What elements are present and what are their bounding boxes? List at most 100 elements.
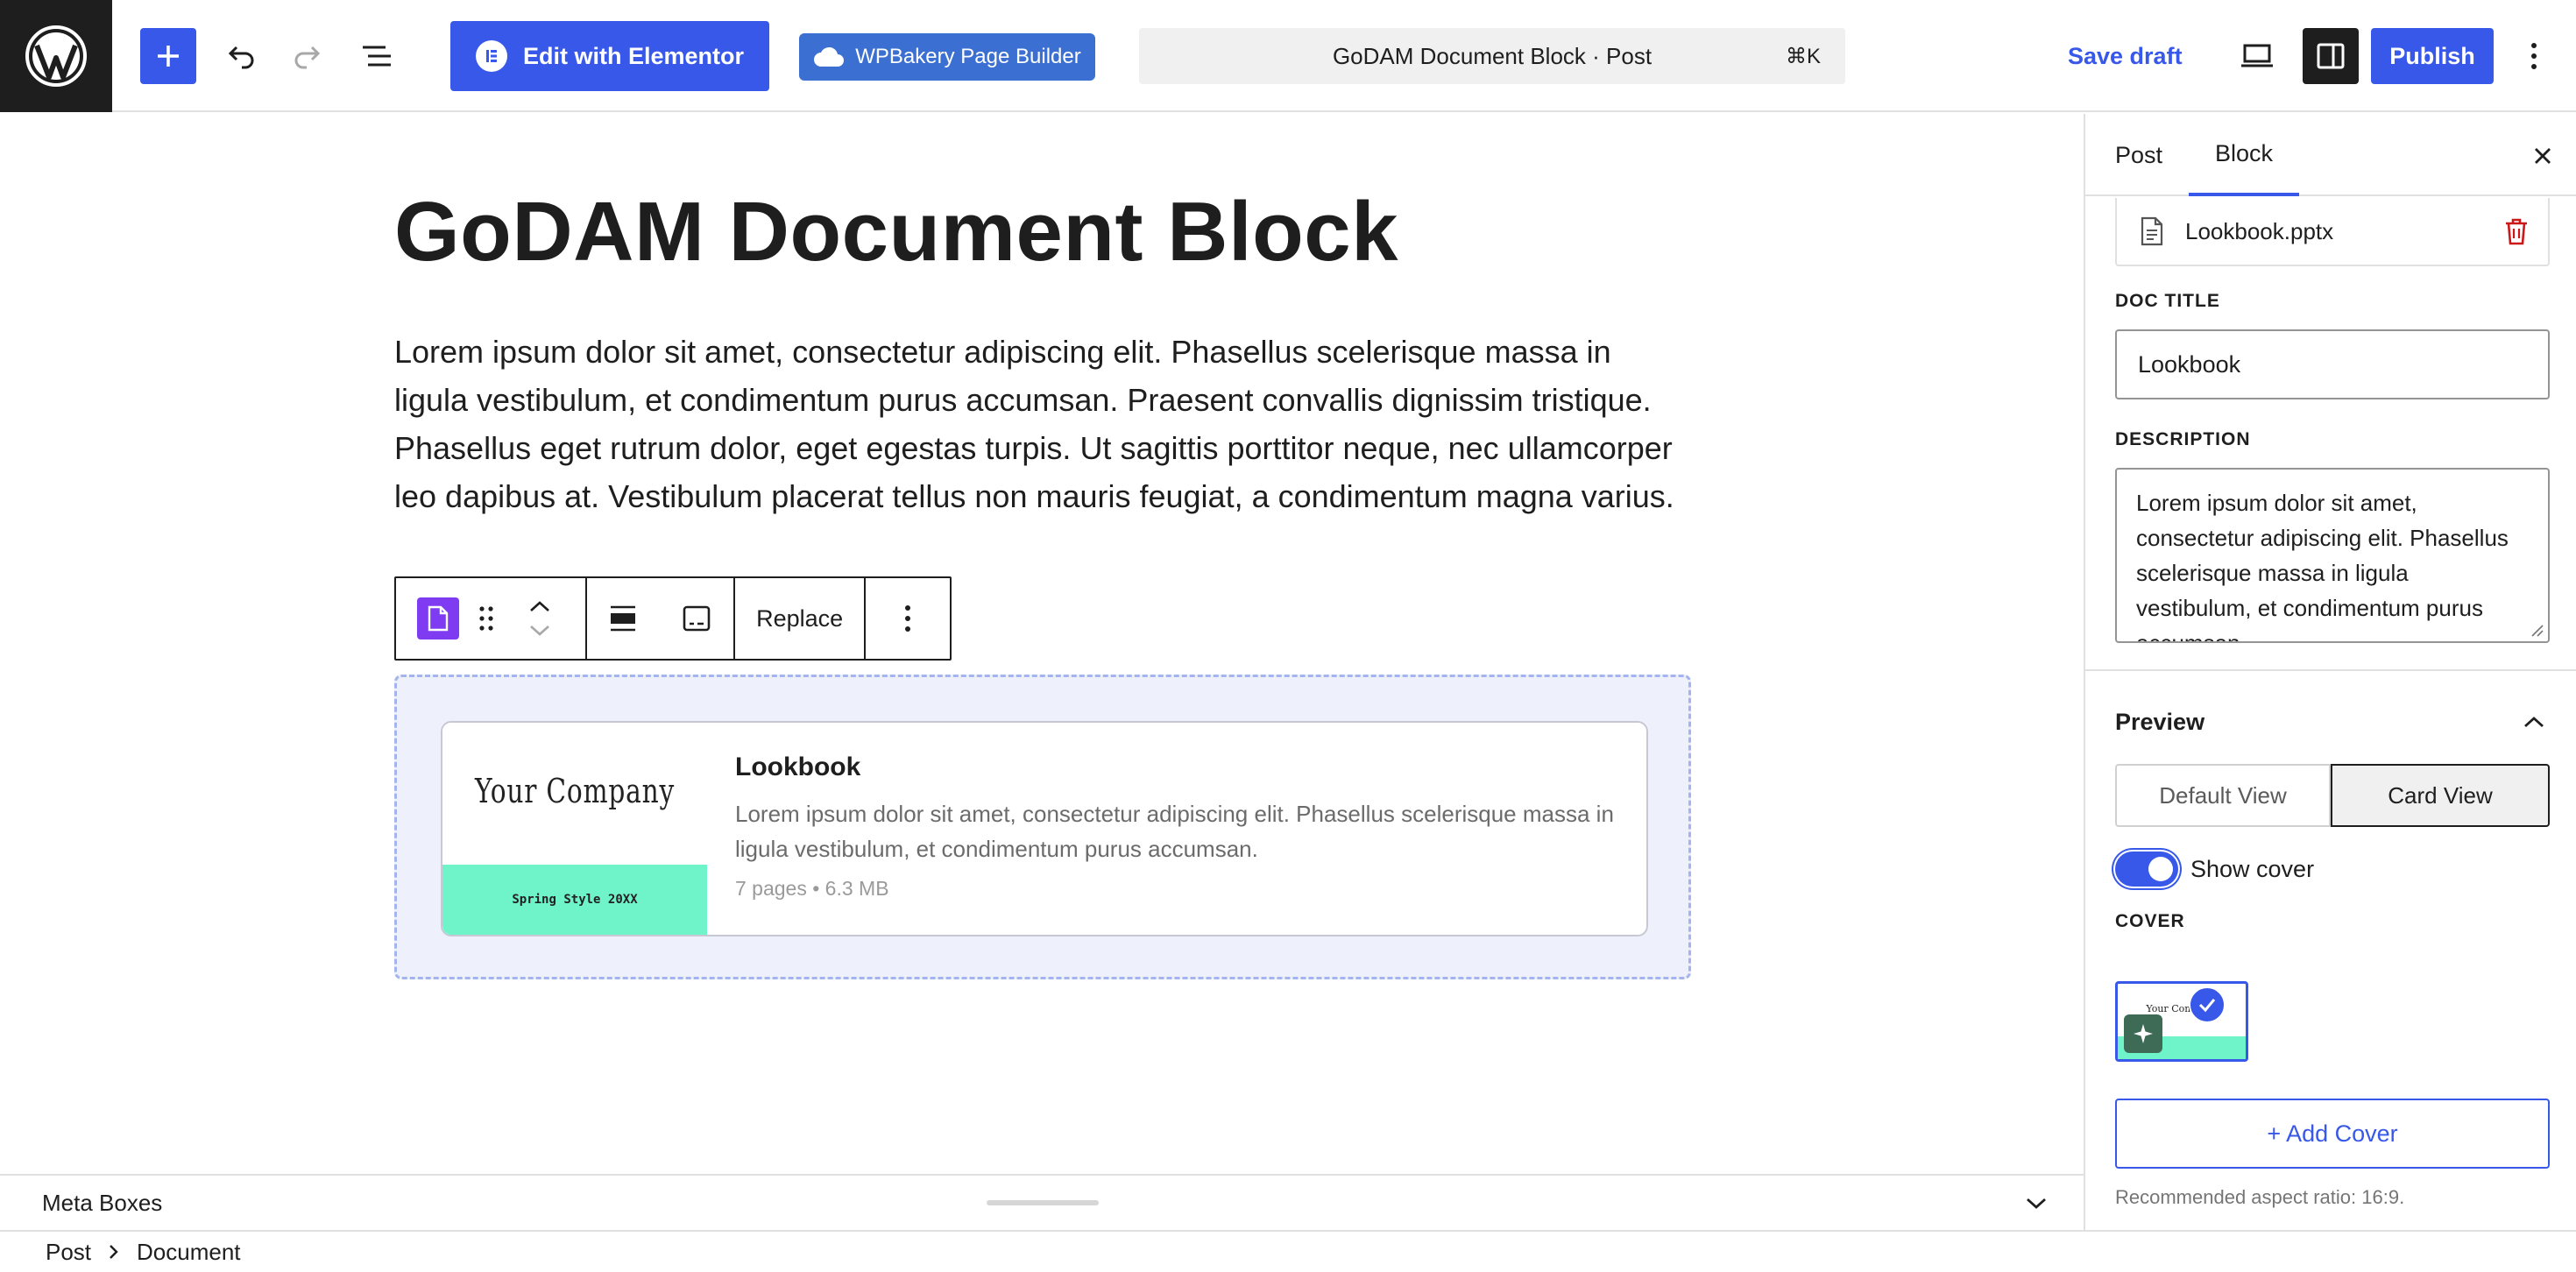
command-palette-button[interactable]: GoDAM Document Block · Post ⌘K [1139,28,1845,84]
document-info: Lookbook Lorem ipsum dolor sit amet, con… [735,753,1638,901]
publish-button[interactable]: Publish [2371,28,2494,84]
tab-block[interactable]: Block [2189,114,2300,196]
align-wide-icon [611,605,636,632]
close-icon [2535,148,2551,164]
breadcrumb-item-post[interactable]: Post [46,1239,91,1266]
document-block-type-button[interactable] [417,597,459,640]
editor-canvas: GoDAM Document Block Lorem ipsum dolor s… [0,114,2084,1174]
description-text: Lorem ipsum dolor sit amet, consectetur … [2136,490,2509,643]
wordpress-logo-button[interactable] [0,0,112,112]
replace-button[interactable]: Replace [735,578,864,659]
undo-button[interactable] [214,28,270,84]
redo-button[interactable] [279,28,335,84]
preview-button[interactable] [2229,28,2285,84]
tab-post[interactable]: Post [2115,114,2162,196]
redo-icon [294,46,321,69]
cover-company-name: Your Company [474,772,675,810]
resize-grip-icon[interactable] [2529,622,2544,638]
show-cover-toggle[interactable] [2115,852,2178,887]
vertical-ellipsis-icon [905,605,911,632]
add-cover-button[interactable]: + Add Cover [2115,1099,2550,1169]
cover-subtitle: Spring Style 20XX [442,865,707,935]
wpbakery-label: WPBakery Page Builder [855,45,1081,68]
card-view-option[interactable]: Card View [2331,764,2550,827]
remove-file-button[interactable] [2499,214,2534,249]
block-options-button[interactable] [881,578,934,659]
show-cover-label: Show cover [2190,855,2315,882]
attached-file: Lookbook.pptx [2115,198,2550,266]
file-icon [2134,214,2169,249]
sidebar-icon [2317,43,2345,69]
panel-divider [2085,669,2576,671]
wpbakery-cloud-icon [814,46,845,67]
editor-header: Edit with Elementor WPBakery Page Builde… [0,0,2576,112]
block-toolbar-group-options [866,578,950,659]
meta-boxes-panel: Meta Boxes [0,1174,2084,1230]
document-description: Lorem ipsum dolor sit amet, consectetur … [735,801,1614,862]
meta-boxes-toggle[interactable] [2020,1188,2052,1219]
caption-button[interactable] [670,578,723,659]
doc-title-label: DOC TITLE [2115,291,2220,311]
wpbakery-page-builder-button[interactable]: WPBakery Page Builder [799,33,1095,81]
document-card[interactable]: Your Company Spring Style 20XX Lookbook … [441,721,1648,936]
post-title[interactable]: GoDAM Document Block [394,184,1398,280]
undo-icon [228,46,254,69]
chevron-up-icon[interactable] [528,600,551,612]
block-toolbar-group-move [396,578,587,659]
selected-check-icon [2189,986,2226,1023]
plus-icon [158,46,179,67]
resize-handle[interactable] [987,1200,1099,1205]
drag-handle[interactable] [459,578,513,659]
close-sidebar-button[interactable] [2522,135,2564,177]
file-name: Lookbook.pptx [2185,217,2334,244]
settings-sidebar-toggle[interactable] [2303,28,2359,84]
block-toolbar: Replace [394,576,952,661]
description-textarea[interactable]: Lorem ipsum dolor sit amet, consectetur … [2115,468,2550,643]
toggle-knob [2148,857,2173,881]
document-name: Lookbook [735,753,861,781]
list-view-icon [363,46,391,67]
elementor-icon [475,40,507,72]
document-title: GoDAM Document Block · Post [1332,42,1652,69]
chevron-down-icon[interactable] [528,625,551,637]
document-cover-image: Your Company Spring Style 20XX [442,723,707,935]
sidebar-tabs: Post Block [2085,114,2576,196]
caption-icon [683,605,711,632]
paragraph-block[interactable]: Lorem ipsum dolor sit amet, consectetur … [394,328,1682,520]
move-block-controls [513,578,566,659]
chevron-up-icon [2518,706,2550,738]
document-file-icon [428,605,449,632]
cover-label: COVER [2115,911,2185,931]
default-view-option[interactable]: Default View [2115,764,2331,827]
sparkle-icon[interactable] [2124,1014,2162,1053]
meta-boxes-label: Meta Boxes [42,1190,163,1216]
elementor-label: Edit with Elementor [522,42,745,69]
show-cover-toggle-row: Show cover [2115,848,2314,890]
preview-panel-title: Preview [2115,708,2205,735]
doc-title-input[interactable]: Lookbook [2115,329,2550,399]
align-button[interactable] [597,578,649,659]
settings-sidebar: Post Block Lookbook.pptx DOC TITLE Lookb… [2084,114,2576,1230]
block-toolbar-group-replace: Replace [735,578,867,659]
options-button[interactable] [2508,28,2560,84]
document-meta: 7 pages • 6.3 MB [735,877,889,900]
edit-with-elementor-button[interactable]: Edit with Elementor [450,21,769,91]
drag-icon [479,606,493,631]
chevron-down-icon [2027,1198,2046,1209]
block-toolbar-group-align [587,578,736,659]
description-label: DESCRIPTION [2115,429,2251,449]
trash-icon [2506,218,2527,245]
aspect-ratio-help: Recommended aspect ratio: 16:9. [2115,1186,2405,1208]
add-block-button[interactable] [140,28,196,84]
desktop-icon [2241,44,2273,67]
document-block[interactable]: Your Company Spring Style 20XX Lookbook … [394,675,1691,979]
breadcrumb-item-document[interactable]: Document [137,1239,241,1266]
save-draft-button[interactable]: Save draft [2068,28,2183,84]
wordpress-icon [25,25,87,87]
vertical-ellipsis-icon [2531,43,2537,69]
block-breadcrumb: Post Document [0,1230,2576,1272]
chevron-right-icon [110,1245,118,1259]
keyboard-shortcut: ⌘K [1785,45,1821,68]
preview-panel-toggle[interactable]: Preview [2115,696,2550,748]
document-overview-button[interactable] [349,28,405,84]
